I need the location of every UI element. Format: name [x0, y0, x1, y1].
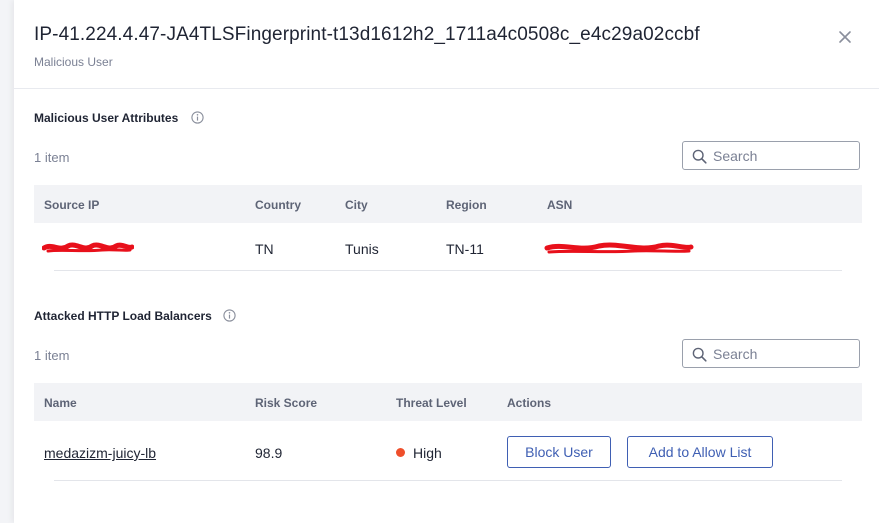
column-header-actions: Actions [507, 396, 552, 410]
column-header-source-ip[interactable]: Source IP [44, 198, 99, 212]
info-icon[interactable] [223, 309, 236, 322]
threat-level-indicator [396, 448, 405, 457]
load-balancers-table-header: Name Risk Score Threat Level Actions [34, 383, 862, 421]
column-header-threat-level[interactable]: Threat Level [396, 396, 467, 410]
redacted-asn [544, 242, 694, 254]
cell-risk-score: 98.9 [255, 445, 283, 461]
panel-title: IP-41.224.4.47-JA4TLSFingerprint-t13d161… [34, 24, 700, 45]
block-user-button[interactable]: Block User [507, 436, 611, 468]
column-header-asn[interactable]: ASN [547, 198, 572, 212]
page-backdrop [0, 0, 15, 523]
load-balancers-section-title: Attacked HTTP Load Balancers [34, 309, 212, 323]
cell-city: Tunis [345, 241, 379, 257]
column-header-region[interactable]: Region [446, 198, 487, 212]
attributes-table-header: Source IP Country City Region ASN [34, 185, 862, 223]
cell-threat-level: High [413, 445, 442, 461]
info-icon[interactable] [191, 111, 204, 124]
panel-header: IP-41.224.4.47-JA4TLSFingerprint-t13d161… [14, 0, 879, 89]
search-icon [692, 347, 707, 362]
load-balancers-search-box[interactable] [682, 339, 860, 368]
load-balancers-search-input[interactable] [713, 345, 853, 363]
malicious-user-panel: IP-41.224.4.47-JA4TLSFingerprint-t13d161… [14, 0, 879, 523]
redacted-source-ip [42, 242, 134, 253]
close-icon[interactable] [834, 26, 856, 48]
load-balancer-name-link[interactable]: medazizm-juicy-lb [44, 445, 156, 461]
column-header-city[interactable]: City [345, 198, 368, 212]
attributes-search-box[interactable] [682, 141, 860, 170]
row-divider [54, 480, 842, 481]
row-divider [54, 270, 842, 271]
column-header-name[interactable]: Name [44, 396, 77, 410]
cell-country: TN [255, 241, 274, 257]
attributes-item-count: 1 item [34, 150, 70, 165]
attributes-section-title: Malicious User Attributes [34, 111, 179, 125]
column-header-risk-score[interactable]: Risk Score [255, 396, 317, 410]
add-to-allow-list-button[interactable]: Add to Allow List [627, 436, 773, 468]
attributes-search-input[interactable] [713, 147, 853, 165]
cell-region: TN-11 [446, 241, 484, 257]
column-header-country[interactable]: Country [255, 198, 301, 212]
panel-subtitle: Malicious User [34, 55, 113, 69]
search-icon [692, 149, 707, 164]
load-balancers-item-count: 1 item [34, 348, 70, 363]
